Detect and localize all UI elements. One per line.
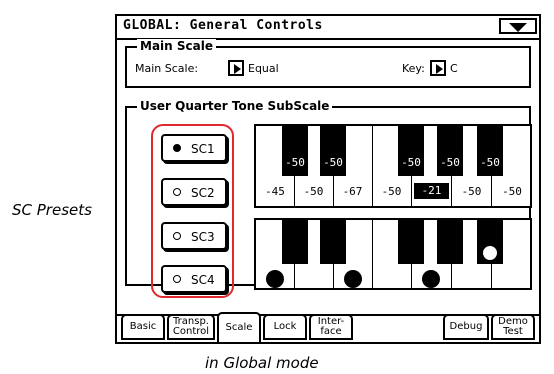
black-key[interactable]: -50 <box>398 126 424 176</box>
tab-interface[interactable]: Inter- face <box>309 314 353 340</box>
black-key-value: -50 <box>285 156 305 169</box>
tab-label: Debug <box>449 321 483 332</box>
black-key-value: -50 <box>323 156 343 169</box>
tab-label: Lock <box>273 321 297 332</box>
chevron-down-icon <box>509 23 527 32</box>
subscale-group-label: User Quarter Tone SubScale <box>137 99 333 113</box>
black-key-value: -50 <box>480 156 500 169</box>
tab-lock[interactable]: Lock <box>263 314 307 340</box>
key-marker-icon <box>266 270 284 288</box>
triangle-right-icon <box>234 64 241 74</box>
black-key[interactable] <box>320 220 346 264</box>
key-marker-icon <box>422 270 440 288</box>
white-key-value[interactable]: -67 <box>335 185 370 198</box>
figure-caption: in Global mode <box>205 354 319 372</box>
tab-demo-test[interactable]: Demo Test <box>491 314 535 340</box>
black-key[interactable]: -50 <box>282 126 308 176</box>
key-selector[interactable] <box>430 60 446 76</box>
key-label: Key: <box>402 62 425 75</box>
tab-label: Transp. Control <box>172 316 210 337</box>
tuning-keyboard-indicators <box>254 218 532 290</box>
black-key[interactable] <box>398 220 424 264</box>
black-key-value: -50 <box>440 156 460 169</box>
white-key-value-selected[interactable]: -21 <box>414 183 449 199</box>
black-key[interactable] <box>437 220 463 264</box>
white-key-value[interactable]: -50 <box>494 185 530 198</box>
main-scale-label: Main Scale: <box>135 62 199 75</box>
tab-label: Inter- face <box>317 316 345 337</box>
page-title: GLOBAL: General Controls <box>123 18 323 33</box>
triangle-right-icon <box>436 64 443 74</box>
sc-presets-highlight <box>151 124 234 298</box>
tab-scale[interactable]: Scale <box>217 312 261 342</box>
black-key[interactable]: -50 <box>477 126 503 176</box>
main-scale-title: Main Scale <box>140 39 213 53</box>
black-key[interactable]: -50 <box>320 126 346 176</box>
white-key-value[interactable]: -50 <box>374 185 409 198</box>
tab-transp-control[interactable]: Transp. Control <box>167 314 215 340</box>
tuning-keyboard-values: -50 -50 -50 -50 -50 -45 -50 -67 -50 -21 … <box>254 124 532 208</box>
tab-basic[interactable]: Basic <box>121 314 165 340</box>
page-menu-button[interactable] <box>499 18 537 34</box>
key-value: C <box>450 62 458 75</box>
key-marker-open-icon <box>481 244 499 262</box>
sc-presets-callout: SC Presets <box>12 201 92 219</box>
key-marker-icon <box>344 270 362 288</box>
black-key-value: -50 <box>401 156 421 169</box>
white-key-value[interactable]: -50 <box>296 185 331 198</box>
black-key[interactable] <box>282 220 308 264</box>
main-scale-selector[interactable] <box>228 60 244 76</box>
white-key-value[interactable]: -50 <box>454 185 489 198</box>
tab-label: Basic <box>129 321 157 332</box>
black-key[interactable]: -50 <box>437 126 463 176</box>
tab-debug[interactable]: Debug <box>443 314 489 340</box>
tab-label: Demo Test <box>498 316 528 337</box>
subscale-title: User Quarter Tone SubScale <box>140 99 330 113</box>
main-scale-value: Equal <box>248 62 279 75</box>
title-bar: GLOBAL: General Controls <box>117 16 539 40</box>
tab-label: Scale <box>225 322 253 333</box>
main-scale-group-label: Main Scale <box>137 39 216 53</box>
white-key-value[interactable]: -45 <box>258 185 292 198</box>
